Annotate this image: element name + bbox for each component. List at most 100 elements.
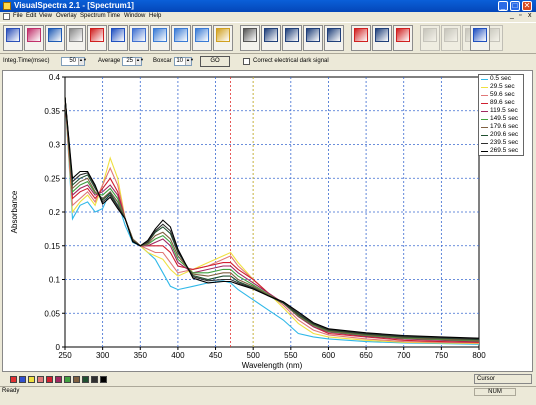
color-palette: [2, 374, 533, 386]
toolbar-button-grid[interactable]: [171, 25, 191, 51]
legend-swatch: [481, 95, 488, 96]
status-bar: Ready NUM: [0, 386, 536, 396]
toolbar-button-target[interactable]: [393, 25, 413, 51]
palette-swatch[interactable]: [55, 376, 62, 383]
x-tick-label: 700: [397, 351, 411, 360]
legend-swatch: [481, 103, 488, 104]
x-tick-label: 350: [134, 351, 148, 360]
legend-item: 89.6 sec: [479, 99, 523, 107]
toolbar-button-peak-find[interactable]: [303, 25, 323, 51]
scale-icon: [375, 28, 389, 42]
palette-swatch[interactable]: [37, 376, 44, 383]
spin-arrows-icon[interactable]: ▲▼: [185, 58, 194, 65]
menu-overlay[interactable]: Overlay: [56, 13, 77, 19]
toolbar-button-folder[interactable]: [441, 25, 461, 51]
maximize-button[interactable]: □: [510, 1, 520, 11]
spectrum-plot[interactable]: 250 300 350 400 450 500 550 600 650 700 750 800 0 0.0…: [2, 70, 533, 372]
palette-swatch[interactable]: [28, 376, 35, 383]
legend-swatch: [481, 127, 488, 128]
menu-view[interactable]: View: [39, 13, 52, 19]
palette-swatch[interactable]: [64, 376, 71, 383]
chart-icon: [153, 28, 167, 42]
palette-swatch[interactable]: [73, 376, 80, 383]
y-axis-label: Absorbance: [10, 190, 19, 233]
menu-help[interactable]: Help: [149, 13, 161, 19]
expand-y-icon: [354, 28, 368, 42]
toolbar-button-wrench[interactable]: [66, 25, 86, 51]
close-button[interactable]: ✕: [522, 1, 532, 11]
correct-dark-checkbox[interactable]: [243, 58, 250, 65]
app-icon: [3, 2, 11, 10]
average-spinner[interactable]: 25 ▲▼: [122, 57, 144, 66]
y-tick-label: 0.3: [49, 141, 61, 150]
toolbar-button-disk[interactable]: [470, 25, 490, 51]
menu-spectrum[interactable]: Spectrum: [80, 13, 106, 19]
toolbar-button-magnifier[interactable]: [213, 25, 233, 51]
spin-arrows-icon[interactable]: ▲▼: [78, 58, 87, 65]
legend-label: 209.6 sec: [490, 131, 519, 138]
toolbar-button-peaks[interactable]: [108, 25, 128, 51]
integ-time-spinner[interactable]: 50 ▲▼: [61, 57, 87, 66]
toolbar-button-spectrum-bars[interactable]: [3, 25, 23, 51]
legend-item: 119.5 sec: [479, 107, 523, 115]
toolbar-button-cursor[interactable]: [261, 25, 281, 51]
palette-swatch[interactable]: [91, 376, 98, 383]
line-chart-icon: [195, 28, 209, 42]
x-tick-label: 750: [435, 351, 449, 360]
legend-label: 29.5 sec: [490, 83, 515, 90]
x-tick-label: 650: [359, 351, 373, 360]
legend-label: 269.5 sec: [490, 147, 519, 154]
palette-swatch[interactable]: [46, 376, 53, 383]
toolbar-button-rainbow-bars[interactable]: [24, 25, 44, 51]
menu-time[interactable]: Time: [107, 13, 120, 19]
y-tick-label: 0.2: [49, 208, 61, 217]
average-label: Average: [98, 58, 121, 64]
palette-swatch[interactable]: [100, 376, 107, 383]
window-title: VisualSpectra 2.1 - [Spectrum1]: [14, 1, 134, 10]
toolbar-button-zoom[interactable]: [129, 25, 149, 51]
toolbar-button-globe[interactable]: [45, 25, 65, 51]
toolbar-button-palette[interactable]: [324, 25, 344, 51]
y-tick-label: 0.4: [49, 73, 61, 82]
palette-icon: [327, 28, 341, 42]
legend-label: 179.6 sec: [490, 123, 519, 130]
boxcar-value: 10: [176, 58, 183, 64]
toolbar-button-cursor2[interactable]: [282, 25, 302, 51]
y-tick-label: 0.25: [44, 174, 60, 183]
x-axis-label: Wavelength (nm): [242, 361, 303, 370]
toolbar-button-record[interactable]: [87, 25, 107, 51]
minimize-button[interactable]: _: [498, 1, 508, 11]
menu-file[interactable]: File: [13, 13, 23, 19]
toolbar-button-expand-y[interactable]: [351, 25, 371, 51]
palette-swatch[interactable]: [19, 376, 26, 383]
x-tick-label: 500: [247, 351, 261, 360]
legend-label: 59.6 sec: [490, 91, 515, 98]
toolbar-button-check[interactable]: [240, 25, 260, 51]
mdi-minimize-button[interactable]: _: [510, 12, 514, 19]
legend-label: 0.5 sec: [490, 75, 511, 82]
palette-swatch[interactable]: [10, 376, 17, 383]
spin-arrows-icon[interactable]: ▲▼: [135, 58, 144, 65]
boxcar-spinner[interactable]: 10 ▲▼: [174, 57, 194, 66]
mdi-restore-button[interactable]: ▫: [519, 12, 521, 19]
go-button[interactable]: GO: [200, 56, 230, 67]
toolbar-button-tools[interactable]: [420, 25, 440, 51]
legend-item: 209.6 sec: [479, 131, 523, 139]
spectrum-bars-icon: [6, 28, 20, 42]
toolbar-button-scale[interactable]: [372, 25, 392, 51]
mdi-close-button[interactable]: x: [528, 12, 532, 19]
menu-bar: File Edit View Overlay Spectrum Time Win…: [0, 12, 536, 21]
toolbar-button-chart[interactable]: [150, 25, 170, 51]
palette-swatch[interactable]: [82, 376, 89, 383]
status-text: Ready: [2, 388, 20, 394]
legend-swatch: [481, 151, 488, 152]
title-bar: VisualSpectra 2.1 - [Spectrum1] _ □ ✕: [0, 0, 536, 12]
spectrum-chart[interactable]: 250 300 350 400 450 500 550 600 650 700 750 800 0 0.0…: [3, 71, 534, 373]
menu-edit[interactable]: Edit: [26, 13, 36, 19]
document-icon[interactable]: [3, 13, 10, 20]
toolbar-button-line-chart[interactable]: [192, 25, 212, 51]
menu-window[interactable]: Window: [124, 13, 145, 19]
average-value: 25: [126, 58, 133, 64]
x-tick-label: 450: [209, 351, 223, 360]
legend-swatch: [481, 143, 488, 144]
